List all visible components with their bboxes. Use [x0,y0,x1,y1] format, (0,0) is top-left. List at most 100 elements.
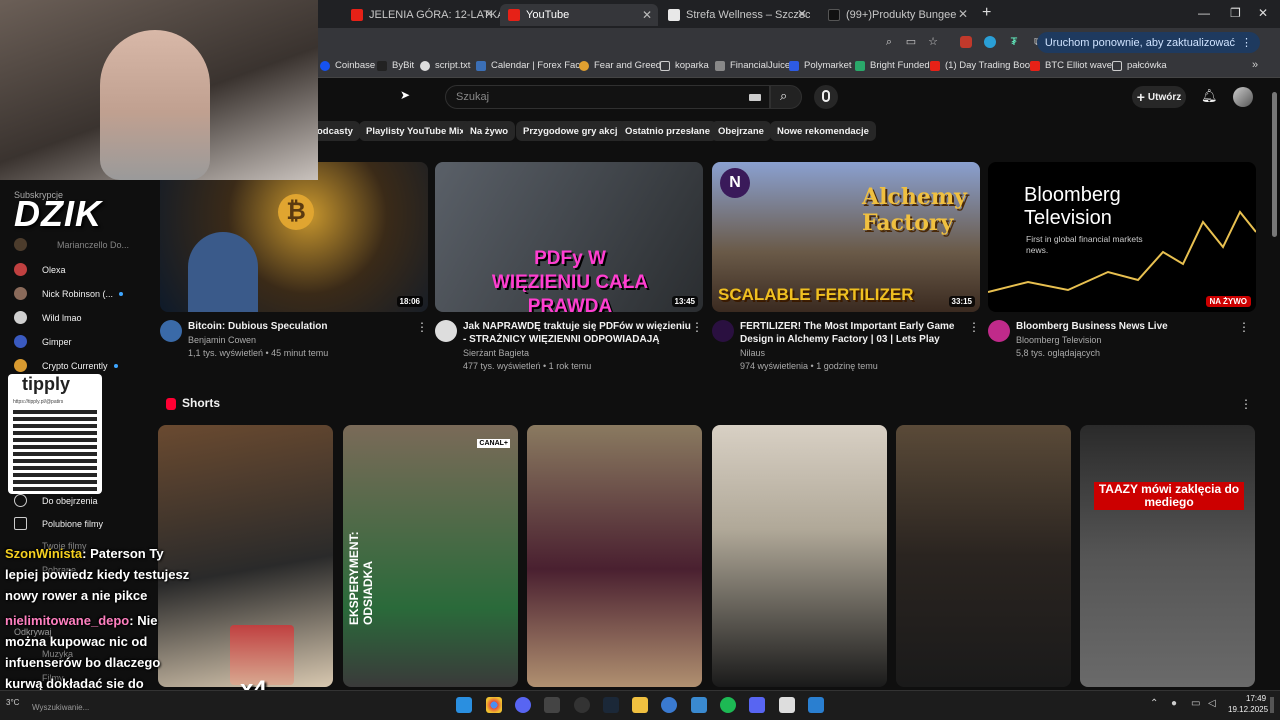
channel-avatar[interactable] [160,320,182,342]
bookmark-financialjuice[interactable]: FinancialJuice [715,60,790,71]
close-tab-icon[interactable]: ✕ [797,7,807,21]
bookmark-coinbase[interactable]: Coinbase [320,60,375,71]
spotify-icon[interactable] [720,697,736,713]
chip-obejrzane[interactable]: Obejrzane [711,121,771,141]
video-title[interactable]: Jak NAPRAWDĘ traktuje się PDFów w więzie… [463,320,693,346]
close-window-icon[interactable]: ✕ [1258,6,1268,20]
zoom-icon[interactable]: ⌕ [883,36,895,48]
bookmark-bybit[interactable]: ByBit [377,60,414,71]
bookmark-calendar[interactable]: Calendar | Forex Fac... [476,60,588,71]
short-thumbnail[interactable] [712,425,887,687]
bookmark-polymarket[interactable]: Polymarket [789,60,852,71]
sidebar-item-nick-robinson[interactable]: Nick Robinson (... [14,287,124,300]
video-thumbnail[interactable]: PDFy W WIĘZIENIU CAŁA PRAWDA 13:45 [435,162,703,312]
close-tab-icon[interactable]: ✕ [484,7,494,21]
network-icon[interactable]: ▭ [1191,698,1200,709]
update-button[interactable]: Uruchom ponownie, aby zaktualizować ⋮ [1036,32,1260,53]
channel-avatar[interactable] [712,320,734,342]
more-options-icon[interactable]: ⋮ [416,320,428,334]
sidebar-item-gimper[interactable]: Gimper [14,335,72,348]
notifications-bell-icon[interactable]: 🔔︎ [1201,88,1218,104]
bookmark-script[interactable]: script.txt [420,60,470,71]
show-desktop-button[interactable] [1270,697,1274,713]
new-tab-icon[interactable]: + [982,4,991,22]
bookmark-palcowka[interactable]: pałcówka [1112,60,1167,71]
chip-playlisty-mix[interactable]: Playlisty YouTube Mix [359,121,472,141]
app-icon[interactable] [661,697,677,713]
account-avatar[interactable] [1233,87,1253,107]
obs-icon[interactable] [574,697,590,713]
video-thumbnail[interactable]: ₿ 18:06 [160,162,428,312]
weather-widget[interactable]: 3°C [6,698,19,707]
video-title[interactable]: Bitcoin: Dubious Speculation [188,320,418,333]
app-icon[interactable] [544,697,560,713]
bookmark-btc-elliot[interactable]: BTC Elliot wave [1030,60,1112,71]
channel-avatar[interactable] [988,320,1010,342]
video-title[interactable]: FERTILIZER! The Most Important Early Gam… [740,320,970,346]
more-menu-icon[interactable]: ⋮ [1241,36,1252,49]
clock-date[interactable]: 19.12.2025 [1228,705,1268,714]
keyboard-icon[interactable] [749,94,761,101]
sidebar-item-crypto-currently[interactable]: Crypto Currently [14,359,118,372]
more-bookmarks-icon[interactable]: » [1252,59,1258,71]
app-icon[interactable] [749,697,765,713]
more-options-icon[interactable]: ⋮ [691,320,703,334]
tab-produkty[interactable]: (99+)Produkty Bungee i Pizza B [820,4,960,26]
chip-przygodowe-gry[interactable]: Przygodowe gry akcji [516,121,628,141]
sidebar-item-olexa[interactable]: Olexa [14,263,66,276]
bookmark-day-trading[interactable]: (1) Day Trading Boo... [930,60,1038,71]
tab-youtube[interactable]: YouTube ✕ [500,4,658,26]
steam-icon[interactable] [603,697,619,713]
short-thumbnail[interactable]: CANAL+ EKSPERYMENT: ODSIADKA [343,425,518,687]
bookmark-bright-funded[interactable]: Bright Funded [855,60,930,71]
scrollbar-thumb[interactable] [1272,92,1277,237]
chip-nowe-rekomendacje[interactable]: Nowe rekomendacje [770,121,876,141]
tray-chevron-icon[interactable]: ⌃ [1150,698,1158,709]
sidebar-item-liked[interactable]: Polubione filmy [14,517,103,530]
short-thumbnail[interactable] [527,425,702,687]
tab-strefa-wellness[interactable]: Strefa Wellness – Szczecin | Bałt [660,4,810,26]
file-explorer-icon[interactable] [632,697,648,713]
extension-icon[interactable] [960,36,972,48]
extension-icon[interactable]: ₮ [1008,36,1020,48]
sidebar-item-wild-lmao[interactable]: Wild lmao [14,311,82,324]
extension-icon[interactable] [984,36,996,48]
taskbar-search[interactable]: Wyszukiwanie... [32,703,89,712]
windows-start-icon[interactable] [456,697,472,713]
cast-icon[interactable]: ▭ [905,36,917,48]
tab-jelenia-gora[interactable]: JELENIA GÓRA: 12-LATKA ZAM [343,4,501,26]
channel-name[interactable]: Bloomberg Television [1016,335,1101,345]
chip-na-zywo[interactable]: Na żywo [463,121,516,141]
chip-ostatnio-przeslane[interactable]: Ostatnio przesłane [618,121,717,141]
minimize-icon[interactable]: — [1198,6,1210,20]
bookmark-star-icon[interactable]: ☆ [927,36,939,48]
sidebar-item-watch-later[interactable]: Do obejrzenia [14,494,98,507]
close-tab-icon[interactable]: ✕ [958,7,968,21]
restore-icon[interactable]: ❐ [1230,6,1241,20]
search-input[interactable]: Szukaj [445,85,770,109]
microphone-icon[interactable]: ● [1171,698,1177,709]
more-options-icon[interactable]: ⋮ [968,320,980,334]
close-tab-icon[interactable]: ✕ [642,8,652,22]
short-thumbnail[interactable] [896,425,1071,687]
more-options-icon[interactable]: ⋮ [1240,397,1252,411]
clock-time[interactable]: 17:49 [1246,694,1266,703]
more-options-icon[interactable]: ⋮ [1238,320,1250,334]
voice-search-button[interactable] [814,85,838,109]
bookmark-fear-greed[interactable]: Fear and Greed [579,60,661,71]
search-button[interactable]: ⌕ [770,85,802,109]
channel-name[interactable]: Nilaus [740,348,765,358]
create-button[interactable]: + Utwórz [1132,86,1186,108]
channel-name[interactable]: Sierżant Bagieta [463,348,529,358]
video-thumbnail[interactable]: Bloomberg Television First in global fin… [988,162,1256,312]
channel-avatar[interactable] [435,320,457,342]
volume-icon[interactable]: ◁ [1208,698,1216,709]
chrome-icon[interactable] [486,697,502,713]
video-title[interactable]: Bloomberg Business News Live [1016,320,1246,333]
notepad-icon[interactable] [779,697,795,713]
discord-icon[interactable] [515,697,531,713]
video-thumbnail[interactable]: N Alchemy Factory SCALABLE FERTILIZER 33… [712,162,980,312]
short-thumbnail[interactable]: TAAZY mówi zaklęcia do mediego [1080,425,1255,687]
app-icon[interactable] [808,697,824,713]
channel-name[interactable]: Benjamin Cowen [188,335,256,345]
